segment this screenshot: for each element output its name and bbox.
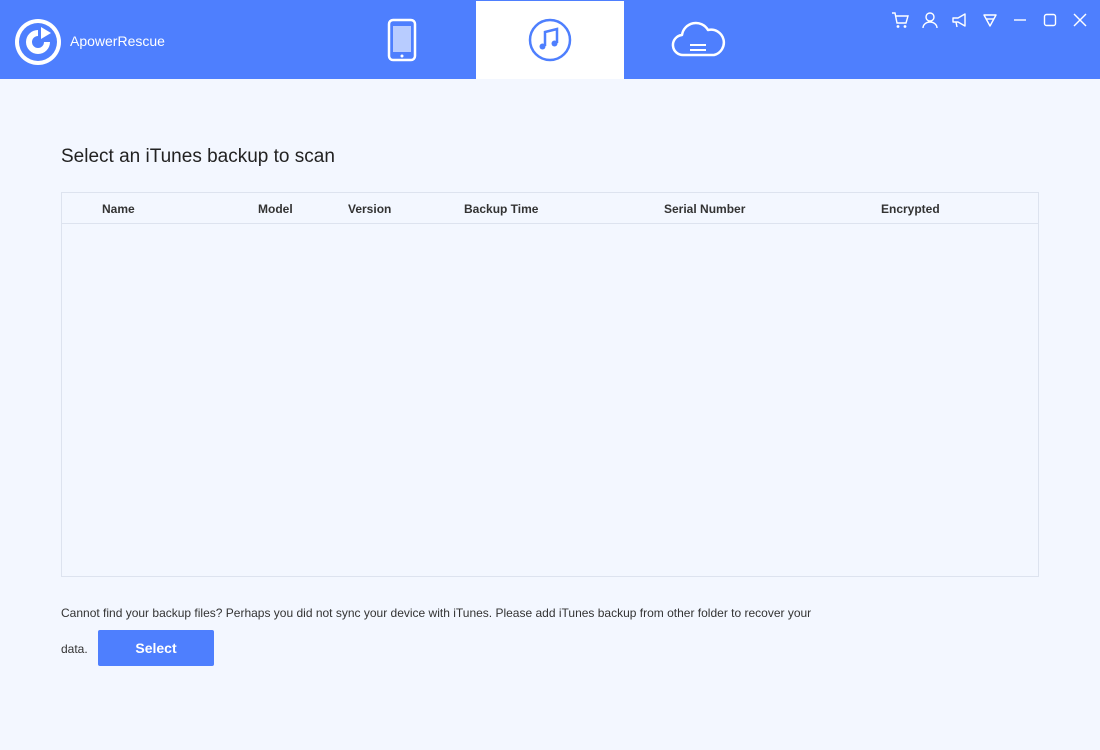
table-header: Name Model Version Backup Time Serial Nu…: [62, 193, 1038, 224]
music-note-icon: [528, 18, 572, 62]
hint-text-continued: data.: [61, 642, 88, 656]
maximize-icon[interactable]: [1040, 10, 1060, 30]
user-icon[interactable]: [920, 10, 940, 30]
title-bar: ApowerRescue: [0, 0, 1100, 79]
column-header-model[interactable]: Model: [258, 202, 293, 216]
column-header-name[interactable]: Name: [102, 202, 135, 216]
minimize-icon[interactable]: [1010, 10, 1030, 30]
column-header-backup-time[interactable]: Backup Time: [464, 202, 538, 216]
phone-icon: [387, 18, 417, 62]
app-name: ApowerRescue: [70, 33, 165, 49]
column-header-serial-number[interactable]: Serial Number: [664, 202, 745, 216]
megaphone-icon[interactable]: [950, 10, 970, 30]
tab-device[interactable]: [328, 1, 476, 79]
backup-table[interactable]: Name Model Version Backup Time Serial Nu…: [61, 192, 1039, 577]
logo-icon: [19, 23, 57, 61]
page-title: Select an iTunes backup to scan: [61, 146, 335, 167]
menu-triangle-icon[interactable]: [980, 10, 1000, 30]
cloud-icon: [671, 21, 726, 57]
app-logo: [15, 19, 61, 65]
cart-icon[interactable]: [890, 10, 910, 30]
hint-text: Cannot find your backup files? Perhaps y…: [61, 606, 812, 620]
tab-itunes[interactable]: [476, 1, 624, 79]
tab-cloud[interactable]: [624, 1, 772, 79]
column-header-version[interactable]: Version: [348, 202, 391, 216]
select-button[interactable]: Select: [98, 630, 214, 666]
column-header-encrypted[interactable]: Encrypted: [881, 202, 940, 216]
close-icon[interactable]: [1070, 10, 1090, 30]
